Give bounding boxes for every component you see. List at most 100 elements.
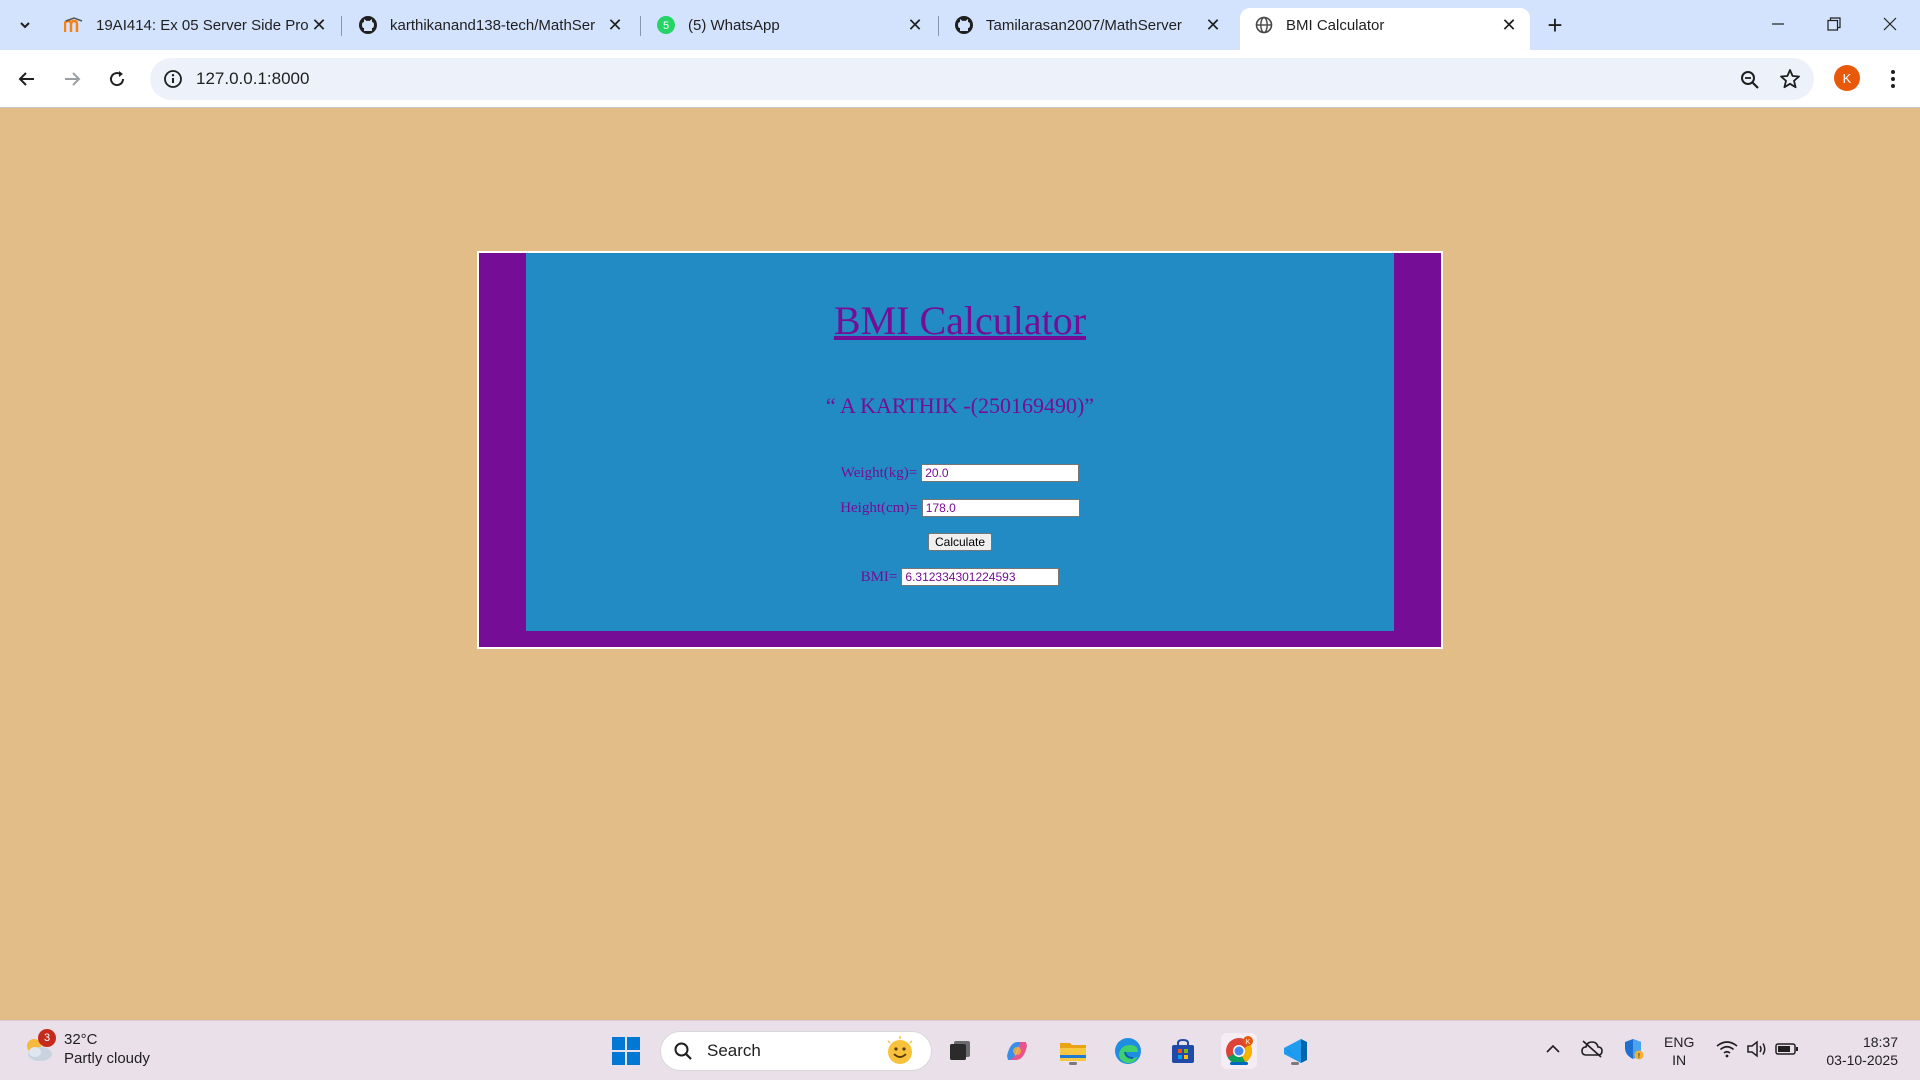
tab-bmi-calculator[interactable]: BMI Calculator ✕ — [1240, 8, 1530, 50]
shield-icon: ! — [1625, 1039, 1644, 1060]
zoom-icon[interactable] — [1738, 68, 1762, 92]
tab-title: (5) WhatsApp — [688, 16, 780, 34]
close-icon[interactable]: ✕ — [1202, 14, 1224, 36]
weight-label: Weight(kg)= — [840, 464, 918, 481]
tab-title: BMI Calculator — [1286, 16, 1385, 34]
tab-divider — [938, 16, 939, 36]
height-row: Height(cm)= — [526, 499, 1394, 517]
copilot-button[interactable] — [999, 1033, 1035, 1069]
weight-row: Weight(kg)= — [526, 464, 1394, 482]
language-indicator[interactable]: ENG IN — [1664, 1033, 1694, 1069]
height-label: Height(cm)= — [840, 499, 918, 516]
smiley-face-icon — [887, 1036, 913, 1064]
calculator-frame: BMI Calculator “ A KARTHIK -(250169490)”… — [479, 253, 1441, 647]
close-window-button[interactable] — [1862, 0, 1918, 48]
weather-widget[interactable]: 3 32°C Partly cloudy — [22, 1029, 150, 1068]
tab-moodle[interactable]: 19AI414: Ex 05 Server Side Proc ✕ — [50, 8, 340, 42]
vscode-button[interactable] — [1277, 1033, 1313, 1069]
wifi-icon — [1716, 1041, 1738, 1058]
calculate-button[interactable]: Calculate — [927, 533, 993, 551]
more-vertical-icon — [1891, 70, 1895, 88]
globe-icon — [1254, 15, 1274, 35]
taskbar-search[interactable]: Search — [660, 1031, 932, 1071]
minimize-icon — [1772, 23, 1784, 25]
taskbar: 3 32°C Partly cloudy Search K ! ENG IN 1… — [0, 1020, 1920, 1080]
task-view-button[interactable] — [942, 1033, 978, 1069]
address-bar[interactable]: 127.0.0.1:8000 — [150, 58, 1814, 100]
whatsapp-icon: 5 — [656, 15, 676, 35]
calculate-row: Calculate — [526, 533, 1394, 551]
running-indicator — [1069, 1062, 1077, 1065]
battery-icon — [1775, 1043, 1798, 1055]
wifi-tray[interactable] — [1715, 1037, 1739, 1061]
restore-button[interactable] — [1806, 0, 1862, 48]
close-icon — [1883, 17, 1897, 31]
temperature-text: 32°C — [64, 1031, 98, 1048]
tab-title: karthikanand138-tech/MathSer — [390, 16, 596, 34]
tab-github-tamilarasan[interactable]: Tamilarasan2007/MathServer ✕ — [940, 8, 1234, 42]
browser-menu-button[interactable] — [1880, 62, 1906, 96]
onedrive-tray[interactable] — [1580, 1037, 1604, 1061]
weight-input[interactable] — [921, 464, 1080, 482]
clock-time: 18:37 — [1862, 1034, 1898, 1050]
store-button[interactable] — [1165, 1033, 1201, 1069]
svg-text:K: K — [1246, 1039, 1251, 1046]
profile-avatar[interactable]: K — [1834, 65, 1860, 91]
author-line: “ A KARTHIK -(250169490)” — [825, 393, 1095, 418]
github-icon — [954, 15, 974, 35]
forward-button[interactable] — [55, 62, 89, 96]
reload-icon — [110, 71, 125, 87]
tab-divider — [640, 16, 641, 36]
minimize-button[interactable] — [1750, 0, 1806, 48]
running-indicator — [1291, 1062, 1299, 1065]
running-indicator — [1230, 1062, 1248, 1065]
bookmark-star-icon[interactable] — [1778, 67, 1802, 91]
search-icon — [674, 1042, 692, 1060]
back-button[interactable] — [10, 62, 44, 96]
close-icon[interactable]: ✕ — [1498, 14, 1520, 36]
chrome-button[interactable]: K — [1221, 1033, 1257, 1069]
edge-icon — [1115, 1038, 1141, 1064]
battery-tray[interactable] — [1775, 1037, 1799, 1061]
language-code: ENG — [1664, 1034, 1695, 1050]
tab-divider — [341, 16, 342, 36]
copilot-icon — [1007, 1042, 1027, 1060]
chevron-down-icon — [20, 22, 30, 29]
arrow-left-icon — [18, 72, 34, 86]
tab-search-button[interactable] — [10, 10, 40, 40]
start-button[interactable] — [608, 1033, 644, 1069]
show-hidden-icons-button[interactable] — [1541, 1037, 1565, 1061]
file-explorer-button[interactable] — [1055, 1033, 1091, 1069]
cloud-off-icon — [1581, 1040, 1603, 1058]
moodle-icon — [64, 15, 84, 35]
bmi-output[interactable] — [901, 568, 1060, 586]
reload-button[interactable] — [100, 62, 134, 96]
height-input[interactable] — [921, 499, 1080, 517]
chevron-up-icon — [1546, 1044, 1560, 1053]
edge-button[interactable] — [1110, 1033, 1146, 1069]
weather-condition-text: Partly cloudy — [64, 1050, 150, 1067]
bmi-row: BMI= — [526, 568, 1394, 586]
info-icon[interactable] — [162, 68, 184, 90]
tab-github-karthikanand[interactable]: karthikanand138-tech/MathSer ✕ — [344, 8, 636, 42]
github-icon — [358, 15, 378, 35]
close-icon[interactable]: ✕ — [604, 14, 626, 36]
tab-whatsapp[interactable]: 5 (5) WhatsApp ✕ — [642, 8, 936, 42]
page-viewport: BMI Calculator “ A KARTHIK -(250169490)”… — [0, 108, 1920, 1020]
restore-icon — [1827, 17, 1841, 31]
close-icon[interactable]: ✕ — [308, 14, 330, 36]
security-tray[interactable]: ! — [1621, 1037, 1645, 1061]
tab-title: 19AI414: Ex 05 Server Side Proc — [96, 16, 308, 34]
task-view-icon — [950, 1041, 970, 1060]
tab-strip: 19AI414: Ex 05 Server Side Proc ✕ karthi… — [0, 0, 1920, 50]
calculator-container: BMI Calculator “ A KARTHIK -(250169490)”… — [477, 251, 1443, 649]
search-placeholder: Search — [707, 1041, 761, 1060]
calculator-panel: BMI Calculator “ A KARTHIK -(250169490)”… — [526, 253, 1394, 631]
tab-title: Tamilarasan2007/MathServer — [986, 16, 1182, 34]
new-tab-button[interactable]: + — [1540, 10, 1570, 40]
volume-tray[interactable] — [1745, 1037, 1769, 1061]
system-clock[interactable]: 18:37 03-10-2025 — [1826, 1033, 1898, 1069]
close-icon[interactable]: ✕ — [904, 14, 926, 36]
url-text[interactable]: 127.0.0.1:8000 — [196, 69, 309, 89]
bmi-label: BMI= — [860, 568, 898, 585]
